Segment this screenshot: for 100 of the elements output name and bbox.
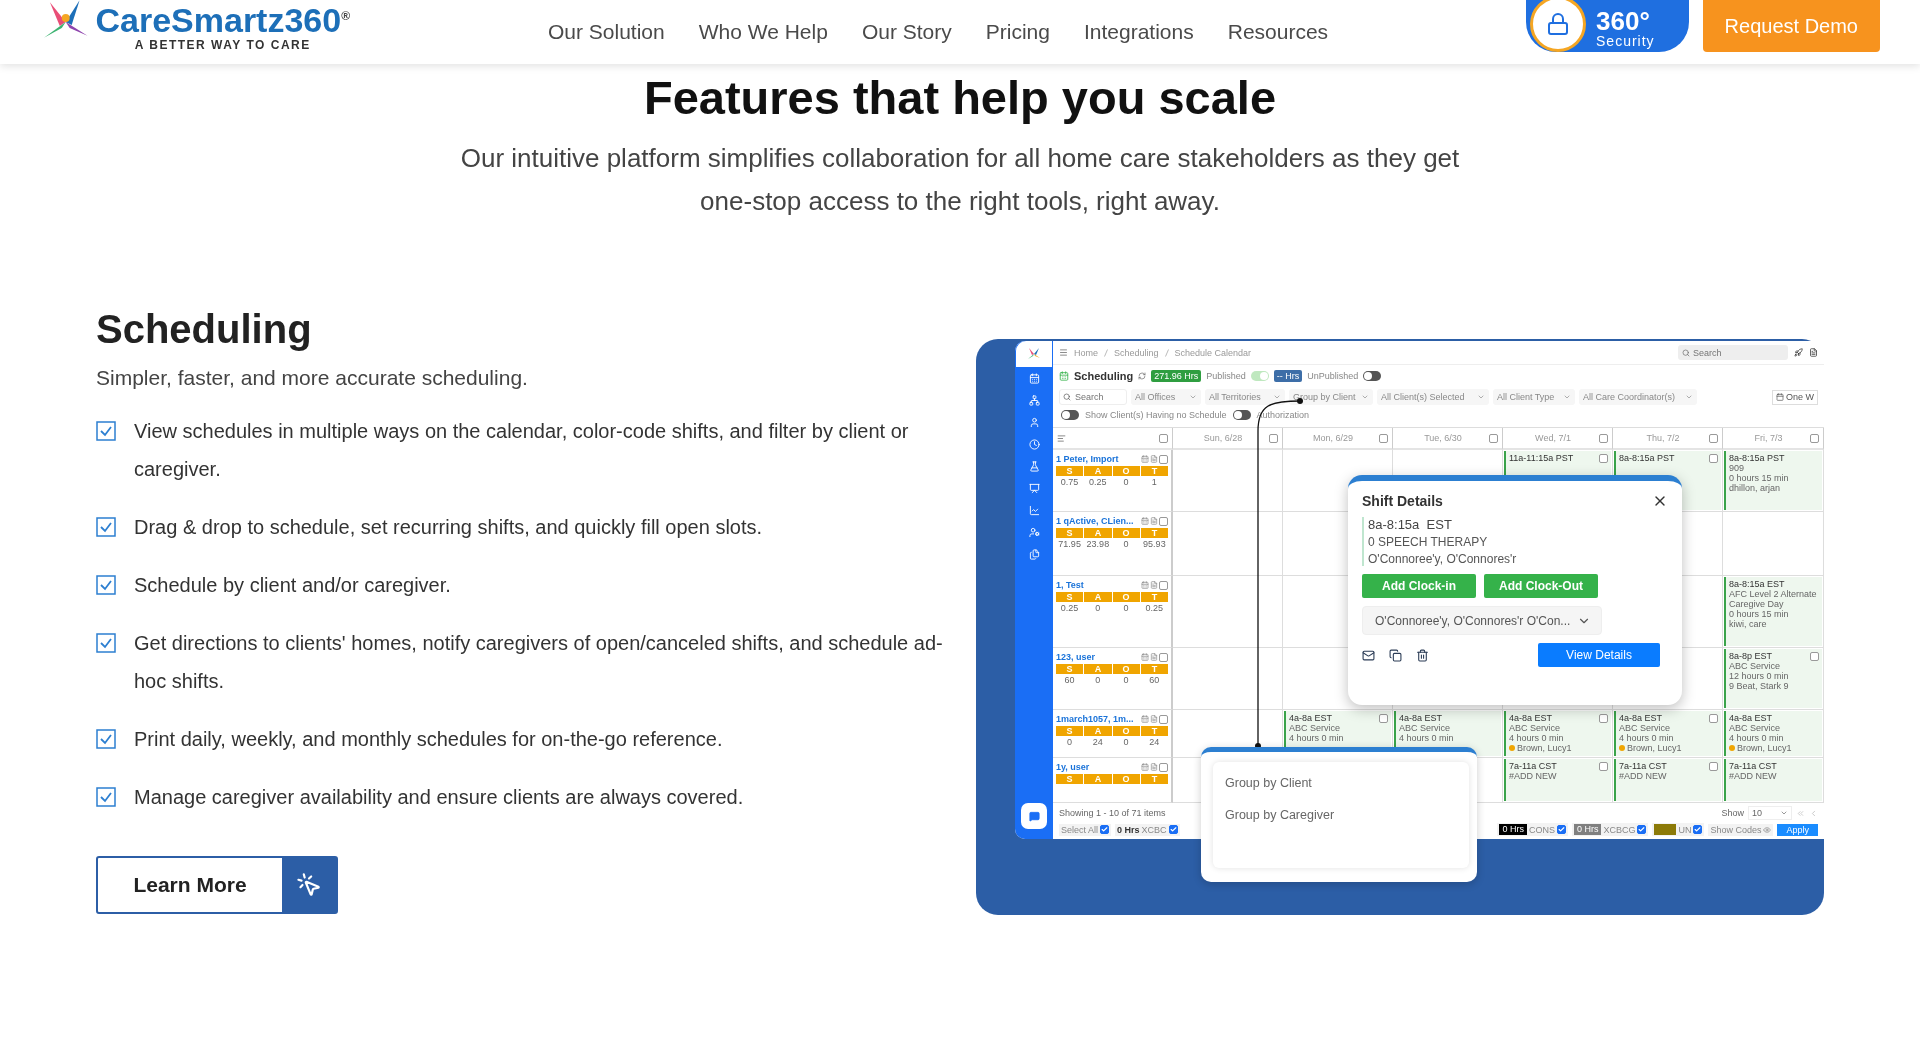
checkbox[interactable] [1709, 713, 1718, 723]
toggle-switch[interactable] [1232, 410, 1251, 420]
checkbox[interactable] [1159, 580, 1168, 590]
checkbox[interactable] [1168, 825, 1178, 834]
toggle-switch[interactable] [1363, 371, 1382, 381]
shift-duration: 0 hours 15 min [1729, 609, 1790, 619]
shift-card[interactable]: 8a-8p EST ABC Service 12 hours 0 min 9 Beat, Stark 9 [1724, 649, 1822, 708]
filter-select[interactable]: All Territories [1205, 389, 1285, 405]
chevron-down-icon [1780, 809, 1788, 817]
mail-button[interactable] [1362, 648, 1375, 662]
nav-link[interactable]: Pricing [985, 20, 1050, 44]
stat-value: 0 [1122, 477, 1130, 487]
previous-page-icon[interactable] [1809, 808, 1818, 818]
checkbox[interactable] [1379, 433, 1388, 443]
feature-bullet: Manage caregiver availability and ensure clients are always covered. [134, 785, 744, 810]
filter-select[interactable]: Group by Client [1289, 389, 1373, 405]
checkbox[interactable] [1709, 453, 1718, 463]
feature-bullet: View schedules in multiple ways on the calendar, color-code shifts, and filter by client or caregiver. [134, 419, 910, 482]
logo-text[interactable]: CareSmartz360$^{®}$ [95, 0, 350, 39]
nav-link[interactable]: Our Solution [548, 20, 665, 44]
show-codes-toggle[interactable]: Show Codes [1708, 823, 1774, 836]
calendar-icon[interactable] [1141, 517, 1149, 525]
checkbox[interactable] [1810, 651, 1819, 661]
client-link[interactable]: 1 Peter, Import [1056, 454, 1119, 464]
stat-header: S [1056, 726, 1084, 736]
popup-title: Shift Details [1362, 493, 1443, 509]
checkbox[interactable] [1159, 714, 1168, 724]
checkbox[interactable] [1489, 433, 1498, 443]
nav-link[interactable]: Who We Help [698, 20, 828, 44]
checkbox[interactable] [1599, 433, 1608, 443]
client-link[interactable]: 1march1057, 1m... [1056, 714, 1134, 724]
filter-select[interactable]: All Care Coordinator(s) [1579, 389, 1697, 405]
client-link[interactable]: 1, Test [1056, 580, 1084, 590]
learn-more-button[interactable]: Learn More [96, 856, 338, 914]
checkbox[interactable] [1599, 453, 1608, 463]
checkbox[interactable] [1269, 433, 1278, 443]
checkbox[interactable] [1159, 433, 1168, 443]
client-link[interactable]: 123, user [1056, 652, 1096, 662]
shift-service: ABC Service [1289, 723, 1342, 733]
search-field[interactable]: Search [1678, 345, 1788, 360]
document-icon[interactable] [1809, 348, 1818, 357]
shift-card[interactable]: 7a-11a CST #ADD NEW [1614, 759, 1721, 801]
checkbox[interactable] [1709, 761, 1718, 771]
nav-link[interactable]: Our Story [861, 20, 952, 44]
shift-duration: 4 hours 0 min [1289, 733, 1345, 743]
filter-select[interactable]: All Client(s) Selected [1377, 389, 1489, 405]
client-link[interactable]: 1 qActive, CLien... [1056, 516, 1134, 526]
calendar-icon[interactable] [1141, 653, 1149, 661]
checkbox[interactable] [1599, 761, 1608, 771]
calendar-icon[interactable] [1141, 763, 1149, 771]
calendar-icon[interactable] [1141, 455, 1149, 463]
checkbox[interactable] [1159, 652, 1168, 662]
checkbox[interactable] [1379, 713, 1388, 723]
checkbox[interactable] [1637, 825, 1647, 834]
menu-icon[interactable] [1059, 348, 1068, 357]
stat-header: A [1084, 774, 1112, 784]
toggle-switch[interactable] [1250, 371, 1269, 381]
search-field[interactable]: Search [1059, 389, 1127, 405]
apply-button[interactable]: Apply [1777, 823, 1818, 836]
checkbox[interactable] [1556, 825, 1566, 834]
shift-card[interactable]: 7a-11a CST #ADD NEW [1724, 759, 1822, 801]
shift-card[interactable]: 4a-8a EST ABC Service 4 hours 0 min Brown, Lucy1 [1724, 711, 1822, 756]
nav-link[interactable]: Integrations [1083, 20, 1194, 44]
stat-header: S [1056, 774, 1084, 784]
calendar-icon[interactable] [1141, 715, 1149, 723]
checkbox[interactable] [1709, 433, 1718, 443]
rocket-icon[interactable] [1794, 348, 1803, 357]
separator-icon [1164, 348, 1169, 357]
toggle-switch[interactable] [1061, 410, 1079, 420]
shift-card[interactable]: 8a-8:15a PST 909 0 hours 15 min dhillon, arjan [1724, 451, 1822, 510]
shift-card[interactable]: 4a-8a EST ABC Service 4 hours 0 min Brown, Lucy1 [1504, 711, 1611, 756]
filter-select[interactable]: All Offices [1131, 389, 1201, 405]
checkbox[interactable] [1100, 825, 1110, 834]
view-details-button[interactable]: View Details [1538, 643, 1660, 667]
delete-button[interactable] [1416, 648, 1429, 662]
caregiver-select[interactable]: O'Connoree'y, O'Connores'r O'Con... [1362, 606, 1602, 635]
checkbox[interactable] [1159, 516, 1168, 526]
checkbox[interactable] [1599, 713, 1608, 723]
breadcrumb-link[interactable]: Scheduling [1114, 347, 1159, 358]
nav-link[interactable]: Resources [1227, 20, 1329, 44]
page-size-select[interactable]: 10 [1748, 806, 1792, 820]
check-square-icon [96, 729, 116, 749]
shift-card[interactable]: 4a-8a EST ABC Service 4 hours 0 min Brown, Lucy1 [1614, 711, 1721, 756]
refresh-icon[interactable] [1138, 372, 1147, 380]
checkbox[interactable] [1693, 825, 1703, 834]
checkbox[interactable] [1159, 454, 1168, 464]
filter-select[interactable]: All Client Type [1493, 389, 1575, 405]
chat-button[interactable] [1021, 803, 1047, 829]
checkbox[interactable] [1810, 433, 1819, 443]
calendar-icon[interactable] [1141, 581, 1149, 589]
sort-icon[interactable] [1057, 433, 1066, 443]
menu-option[interactable]: Group by Caregiver [1225, 808, 1335, 822]
security-badge[interactable]: 360° Security [1526, 0, 1689, 52]
checkbox[interactable] [1159, 762, 1168, 772]
copy-button[interactable] [1389, 648, 1402, 662]
view-button[interactable]: One W [1772, 389, 1818, 405]
client-link[interactable]: 1y, user [1056, 762, 1090, 772]
menu-option[interactable]: Group by Client [1225, 776, 1312, 790]
shift-card[interactable]: 8a-8:15a EST AFC Level 2 Alternate Caregive Day 0 hours 15 min kiwi, care [1724, 577, 1822, 646]
shift-card[interactable]: 7a-11a CST #ADD NEW [1504, 759, 1611, 801]
